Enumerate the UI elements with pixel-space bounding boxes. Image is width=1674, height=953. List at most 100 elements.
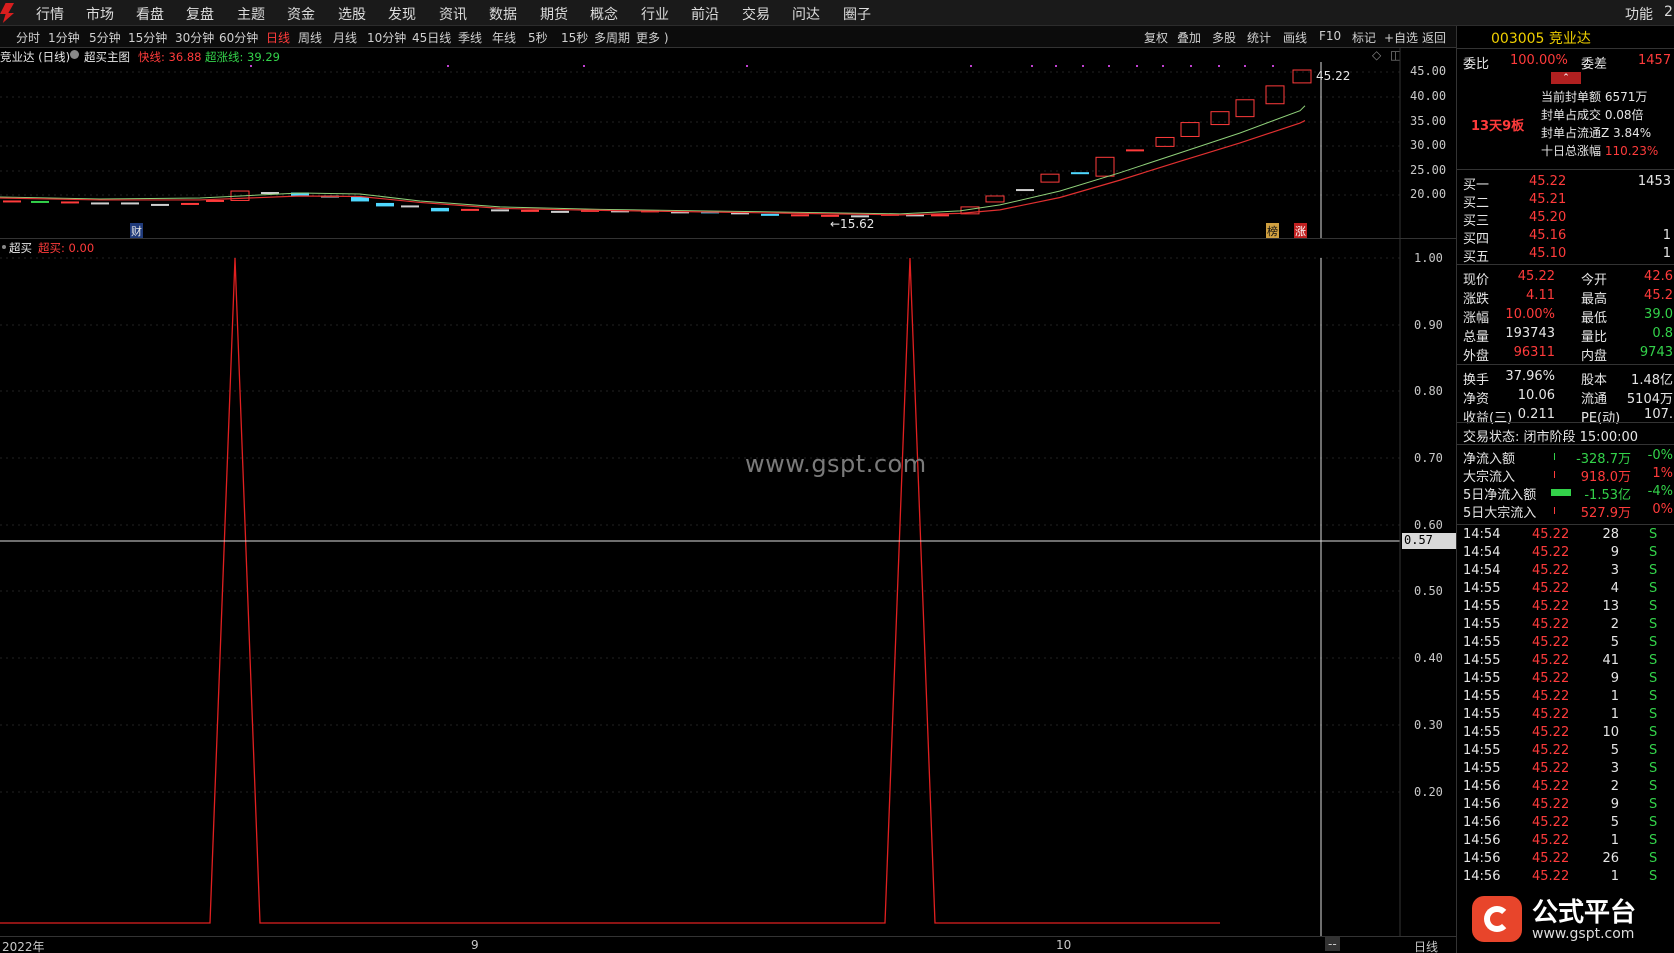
signal-dot [1055, 65, 1057, 67]
period-tab-1[interactable]: 1分钟 [48, 29, 80, 46]
tick-price: 45.22 [1532, 671, 1570, 686]
sub-tick: 0.20 [1414, 785, 1443, 799]
rank-marker[interactable]: 榜 [1266, 223, 1279, 239]
period-tab-5[interactable]: 60分钟 [219, 29, 258, 46]
stat-value: 10.06 [1517, 388, 1555, 403]
period-tab-12[interactable]: 年线 [492, 29, 516, 46]
tool-button-1[interactable]: 叠加 [1177, 29, 1201, 46]
tick-time: 14:55 [1463, 599, 1501, 614]
weibi-value: 100.00% [1510, 53, 1568, 68]
period-tab-6[interactable]: 日线 [266, 29, 290, 46]
bid-price: 45.21 [1529, 192, 1567, 207]
stat-label: 内盘 [1581, 349, 1608, 364]
period-tab-2[interactable]: 5分钟 [89, 29, 121, 46]
tool-button-7[interactable]: +自选 [1384, 29, 1418, 46]
menu-item-5[interactable]: 资金 [287, 4, 315, 24]
signal-dot [970, 65, 972, 67]
weicha-value: 1457 [1638, 53, 1672, 68]
menu-item-9[interactable]: 数据 [489, 4, 517, 24]
sub-tick: 0.70 [1414, 451, 1443, 465]
period-tab-10[interactable]: 45日线 [412, 29, 451, 46]
tool-button-3[interactable]: 统计 [1247, 29, 1271, 46]
bid-price: 45.16 [1529, 228, 1567, 243]
tool-button-0[interactable]: 复权 [1144, 29, 1168, 46]
menu-item-6[interactable]: 选股 [338, 4, 366, 24]
bid-row[interactable]: 买三 45.20 [1457, 210, 1674, 229]
menu-item-16[interactable]: 圈子 [843, 4, 871, 24]
menu-function[interactable]: 功能 [1625, 4, 1653, 24]
menu-item-15[interactable]: 问达 [792, 4, 820, 24]
menu-item-4[interactable]: 主题 [237, 4, 265, 24]
period-tab-15[interactable]: 多周期 [594, 29, 630, 46]
menu-item-2[interactable]: 看盘 [136, 4, 164, 24]
menu-item-11[interactable]: 概念 [590, 4, 618, 24]
period-tab-4[interactable]: 30分钟 [175, 29, 214, 46]
stat-value: 5104万 [1626, 392, 1673, 407]
collapse-icon[interactable]: ⌃ [1551, 72, 1581, 84]
menu-extra[interactable]: 2 [1664, 4, 1673, 20]
tick-row: 14:56 45.22 1 S [1457, 833, 1674, 851]
signal-dot [1031, 65, 1033, 67]
period-tab-3[interactable]: 15分钟 [128, 29, 167, 46]
period-tab-11[interactable]: 季线 [458, 29, 482, 46]
bid-row[interactable]: 买一 45.22 1453 [1457, 174, 1674, 193]
menu-bar: 行情 市场 看盘 复盘 主题 资金 选股 发现 资讯 数据 期货 概念 行业 前沿 交易 问达 圈子 功能 2 [0, 0, 1674, 26]
menu-item-3[interactable]: 复盘 [186, 4, 214, 24]
bid-row[interactable]: 买五 45.10 1 [1457, 246, 1674, 265]
bid-label: 买一 [1463, 178, 1490, 193]
stat-label: 最低 [1581, 311, 1608, 326]
tool-button-6[interactable]: 标记 [1352, 29, 1376, 46]
menu-item-1[interactable]: 市场 [86, 4, 114, 24]
tick-price: 45.22 [1532, 833, 1570, 848]
limit-up-marker[interactable]: 涨 [1294, 223, 1307, 239]
period-tab-14[interactable]: 15秒 [561, 29, 588, 46]
signal-dot [1244, 65, 1246, 67]
period-tab-7[interactable]: 周线 [298, 29, 322, 46]
candle [1180, 122, 1200, 137]
stat-label: 总量 [1463, 330, 1490, 345]
menu-item-8[interactable]: 资讯 [439, 4, 467, 24]
tick-flag: S [1649, 869, 1658, 884]
period-tab-16[interactable]: 更多 ) [636, 29, 669, 46]
period-tab-0[interactable]: 分时 [16, 29, 40, 46]
signal-dot [1272, 65, 1274, 67]
quote-panel: 003005 竞业达 委比 100.00% 委差 1457 ⌃ 13天9板 当前… [1456, 26, 1674, 953]
tick-time: 14:55 [1463, 617, 1501, 632]
tick-row: 14:55 45.22 10 S [1457, 725, 1674, 743]
axis-period[interactable]: 日线 [1414, 938, 1438, 953]
menu-item-12[interactable]: 行业 [641, 4, 669, 24]
menu-item-13[interactable]: 前沿 [691, 4, 719, 24]
bid-row[interactable]: 买四 45.16 1 [1457, 228, 1674, 247]
menu-item-10[interactable]: 期货 [540, 4, 568, 24]
menu-item-14[interactable]: 交易 [742, 4, 770, 24]
stock-code-name[interactable]: 003005 竞业达 [1491, 28, 1591, 48]
tool-button-5[interactable]: F10 [1319, 29, 1341, 43]
sub-tick: 1.00 [1414, 251, 1443, 265]
tick-volume: 3 [1610, 761, 1619, 776]
main-kline-chart [0, 48, 1401, 240]
period-tab-13[interactable]: 5秒 [528, 29, 548, 46]
period-tab-9[interactable]: 10分钟 [367, 29, 406, 46]
tick-price: 45.22 [1532, 635, 1570, 650]
tick-price: 45.22 [1532, 869, 1570, 884]
tick-row: 14:54 45.22 9 S [1457, 545, 1674, 563]
period-tab-8[interactable]: 月线 [333, 29, 357, 46]
super-rise-line [0, 105, 1306, 215]
tool-button-2[interactable]: 多股 [1212, 29, 1236, 46]
tool-button-4[interactable]: 画线 [1283, 29, 1307, 46]
weibi-label: 委比 [1463, 57, 1490, 72]
tool-button-8[interactable]: 返回 [1422, 29, 1446, 46]
menu-item-0[interactable]: 行情 [36, 4, 64, 24]
bid-label: 买二 [1463, 196, 1490, 211]
tick-row: 14:54 45.22 3 S [1457, 563, 1674, 581]
stat-value: 45.2 [1644, 288, 1673, 303]
menu-item-7[interactable]: 发现 [388, 4, 416, 24]
candle [1265, 85, 1285, 105]
bid-row[interactable]: 买二 45.21 [1457, 192, 1674, 211]
finance-marker[interactable]: 财 [130, 223, 143, 239]
tick-price: 45.22 [1532, 527, 1570, 542]
tick-time: 14:55 [1463, 707, 1501, 722]
app-logo-icon[interactable] [0, 3, 14, 23]
signal-dot [746, 65, 748, 67]
candle [1210, 111, 1230, 126]
